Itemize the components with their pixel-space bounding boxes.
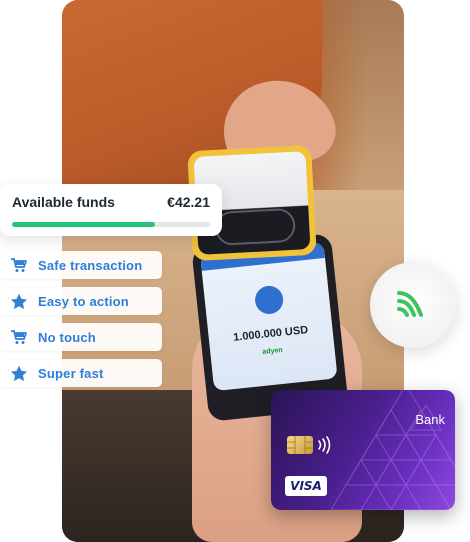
feature-safe-transaction: Safe transaction: [0, 251, 162, 279]
feature-label: Super fast: [38, 365, 104, 381]
feature-label: No touch: [38, 329, 96, 345]
wave-graphic: [214, 207, 297, 246]
visa-logo: VISA: [285, 476, 327, 496]
star-icon: [0, 365, 38, 382]
bank-card: Bank VISA: [271, 390, 455, 510]
contactless-icon: [317, 436, 331, 459]
available-funds-card: Available funds €42.21: [0, 184, 222, 236]
chip-icon: [287, 436, 313, 454]
funds-progress-fill: [12, 222, 155, 227]
nfc-bubble: [370, 262, 456, 348]
nfc-waves-icon: [393, 283, 433, 328]
star-icon: [0, 293, 38, 310]
available-funds-label: Available funds: [12, 194, 115, 210]
bank-name: Bank: [415, 412, 445, 427]
feature-easy-to-action: Easy to action: [0, 287, 162, 315]
feature-label: Safe transaction: [38, 257, 143, 273]
funds-progress-track: [12, 222, 210, 227]
available-funds-amount: €42.21: [167, 194, 210, 210]
cart-icon: [0, 257, 38, 273]
terminal-nfc-icon: [253, 284, 285, 316]
cart-icon: [0, 329, 38, 345]
feature-no-touch: No touch: [0, 323, 162, 351]
terminal-screen: 1.000.000 USD adyen: [200, 241, 338, 392]
terminal-brand: adyen: [262, 346, 283, 356]
feature-label: Easy to action: [38, 293, 129, 309]
feature-super-fast: Super fast: [0, 359, 162, 387]
